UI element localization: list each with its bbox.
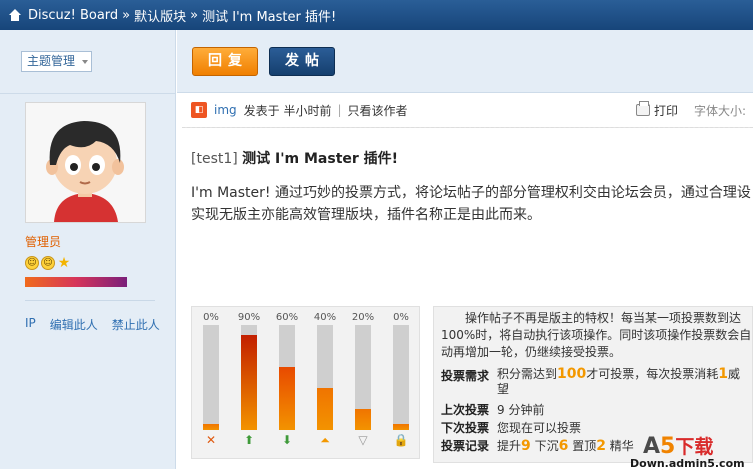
watermark-dl: 下载 [675,436,714,458]
ip-link[interactable]: IP [25,316,36,333]
record-down-count: 6 [558,438,569,454]
poll-percent: 0% [393,312,409,323]
poll-bar-track [317,325,333,430]
smiley-icon: ☺ [25,256,39,270]
requirement-mid: 才可投票，每次投票消耗 [586,367,719,381]
poll-bar-track [203,325,219,430]
lock-icon[interactable]: 🔒 [393,433,409,447]
pin-top-icon[interactable]: ⏶ [317,433,333,447]
poll-percent: 0% [203,312,219,323]
requirement-label: 投票需求 [441,369,490,383]
action-bar: 回复 发帖 [177,30,753,93]
post-body-line: 实现无版主亦能高效管理版块，插件名称正是由此而来。 [191,207,541,223]
posted-label: 发表于 [243,103,280,118]
smiley-icon: ☺ [41,256,55,270]
watermark-logo: A5下载 Down.admin5.com [630,432,753,469]
thread-manage-select[interactable]: 主题管理 [21,51,92,72]
record-up: 提升 [497,439,522,453]
sink-icon[interactable]: ▽ [355,433,371,447]
arrow-up-icon[interactable]: ⬆ [241,433,257,447]
poll-percent: 90% [237,312,261,323]
ban-user-link[interactable]: 禁止此人 [112,316,160,333]
home-icon[interactable] [8,9,22,21]
edit-user-link[interactable]: 编辑此人 [50,316,98,333]
requirement-cost: 1 [718,366,729,382]
author-sidebar: 主题管理 管理员 ☺ ☺ ★ IP 编辑此人 禁止此人 [0,30,176,469]
divider [182,127,753,128]
poll-bar-track [279,325,295,430]
arrow-down-icon[interactable]: ⬇ [279,433,295,447]
print-label: 打印 [654,103,679,118]
print-link[interactable]: 打印 [636,101,679,119]
post-body-line: I'm Master! 通过巧妙的投票方式，将论坛帖子的部分管理权利交由论坛会员… [191,185,751,201]
record-values: 提升9 下沉6 置顶2 精华 [497,437,634,454]
breadcrumb-separator: » [122,7,131,23]
poll-bar-fill [279,367,295,430]
post-title: [test1] 测试 I'm Master 插件! [191,148,398,168]
vote-poll: 0% ✕ 90% ⬆ 60% ⬇ 40% ⏶ 20% ▽ 0% 🔒 [191,306,420,459]
post-title-text: 测试 I'm Master 插件! [242,151,399,167]
poll-bar-fill [393,424,409,430]
user-role: 管理员 [25,235,62,249]
record-up-count: 9 [521,438,531,454]
post-meta: ◧ img 发表于 半小时前 | 只看该作者 打印 字体大小: [191,99,753,121]
poll-bar-fill [241,335,257,430]
poll-percent: 40% [313,312,337,323]
close-icon[interactable]: ✕ [203,433,219,447]
poll-bar-track [241,325,257,430]
record-down: 下沉 [534,439,559,453]
divider [0,93,176,94]
divider [25,300,155,301]
next-vote-value: 您现在可以投票 [497,421,582,435]
record-top: 置顶 [572,439,597,453]
poll-percent: 60% [275,312,299,323]
last-vote-label: 上次投票 [441,403,490,417]
breadcrumb: Discuz! Board » 默认版块 » 测试 I'm Master 插件! [0,0,753,30]
thread-manage-label: 主题管理 [27,54,76,68]
font-size-label: 字体大小: [694,103,747,118]
record-row: 投票记录 提升9 下沉6 置顶2 精华 [441,437,634,454]
chevron-down-icon [82,60,88,64]
post-time: 半小时前 [283,103,332,118]
breadcrumb-thread: 测试 I'm Master 插件! [202,9,337,25]
poll-bar-fill [203,424,219,430]
star-icon: ★ [57,255,71,271]
only-author-link[interactable]: 只看该作者 [348,102,408,119]
post-body: I'm Master! 通过巧妙的投票方式，将论坛帖子的部分管理权利交由论坛会员… [191,182,753,226]
reply-button[interactable]: 回复 [192,47,258,76]
breadcrumb-separator: » [190,7,199,23]
breadcrumb-forum[interactable]: 默认版块 [134,6,186,25]
post-tag[interactable]: [test1] [191,151,238,167]
divider: | [337,103,342,117]
poll-bar-fill [355,409,371,430]
poll-bar-track [393,325,409,430]
printer-icon [636,101,650,116]
breadcrumb-board[interactable]: Discuz! Board [28,8,118,23]
poll-description: 操作帖子不再是版主的特权！每当某一项投票数到达100%时，将自动执行该项操作。同… [441,311,752,359]
author-icon: ◧ [191,102,207,118]
author-link[interactable]: img [214,103,237,117]
requirement-text: 积分需达到100才可投票，每次投票消耗1威望 [497,367,747,397]
new-post-button[interactable]: 发帖 [269,47,335,76]
avatar[interactable] [25,102,146,223]
requirement-row: 投票需求 积分需达到100才可投票，每次投票消耗1威望 [441,367,747,397]
last-vote-value: 9 分钟前 [497,403,545,417]
rank-stars: ☺ ☺ ★ [25,256,71,270]
next-vote-row: 下次投票 您现在可以投票 [441,419,581,436]
watermark-a5: A5下载 [643,432,713,459]
record-label: 投票记录 [441,439,490,453]
poll-bar-track [355,325,371,430]
user-actions: IP 编辑此人 禁止此人 [25,316,160,333]
last-vote-row: 上次投票 9 分钟前 [441,401,544,418]
level-bar [25,277,127,287]
next-vote-label: 下次投票 [441,421,490,435]
poll-percent: 20% [351,312,375,323]
requirement-points: 100 [557,366,587,382]
watermark-domain: Down.admin5.com [630,457,745,469]
requirement-pre: 积分需达到 [497,367,558,381]
poll-bar-fill [317,388,333,430]
record-top-count: 2 [596,438,606,454]
watermark-a: A [643,434,661,459]
watermark-5: 5 [660,434,676,459]
